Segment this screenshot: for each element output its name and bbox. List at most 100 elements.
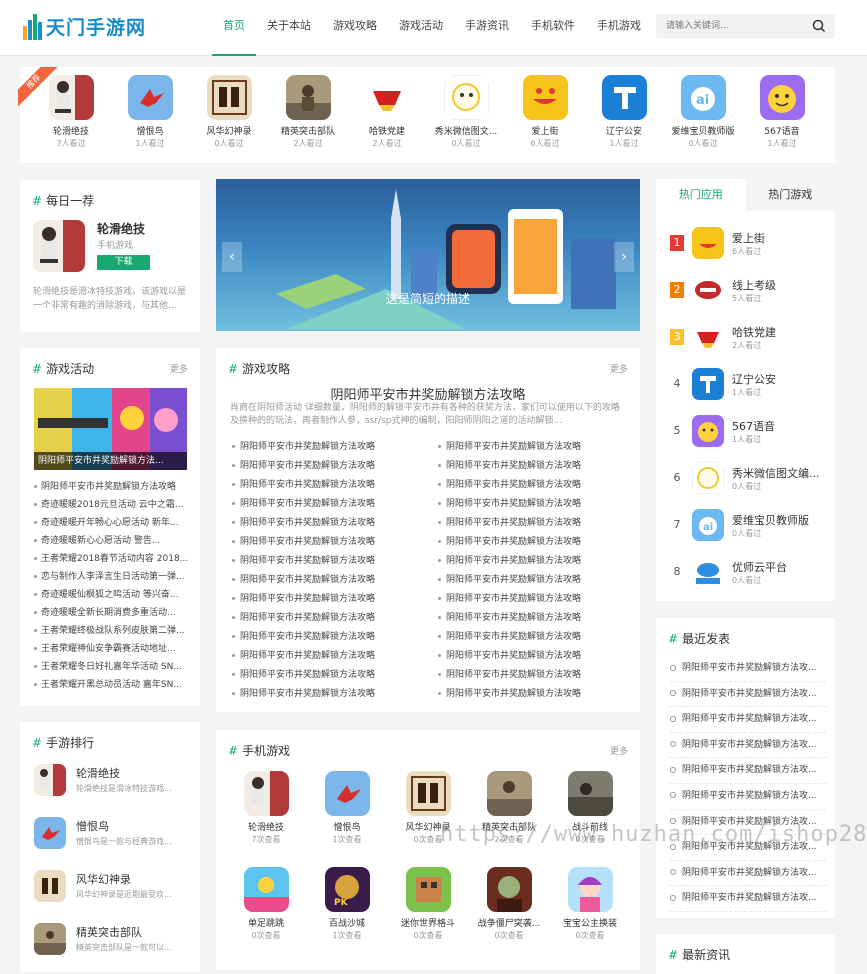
banner-prev-button[interactable]: ‹	[222, 242, 242, 272]
list-item[interactable]: 阴阳师平安市井奖励解锁方法攻略	[438, 628, 628, 647]
nav-mobile-games[interactable]: 手机游戏	[586, 0, 652, 56]
list-item[interactable]: 王者荣耀终极战队系列皮肤第二弹...	[34, 622, 192, 640]
featured-app[interactable]: 憎恨鸟 1人看过	[110, 75, 190, 149]
event-featured-image[interactable]: 阴阳师平安市井奖励解锁方法...	[34, 388, 187, 470]
skater-icon[interactable]	[33, 220, 85, 272]
featured-app[interactable]: 轮滑绝技 7人看过	[31, 75, 111, 149]
list-item[interactable]: 阴阳师平安市井奖励解锁方法攻...	[670, 784, 826, 810]
list-item[interactable]: 阴阳师平安市井奖励解锁方法攻...	[670, 886, 826, 912]
game-card[interactable]: 宝宝公主换装 0次查看	[555, 867, 625, 941]
list-item[interactable]: 阴阳师平安市井奖励解锁方法攻...	[670, 733, 826, 759]
featured-app[interactable]: 哈铁党建 2人看过	[347, 75, 427, 149]
hot-item[interactable]: 4 辽宁公安 1人看过	[670, 366, 830, 406]
nav-about[interactable]: 关于本站	[256, 0, 322, 56]
list-item[interactable]: 阴阳师平安市井奖励解锁方法攻略	[438, 609, 628, 628]
list-item[interactable]: 阴阳师平安市井奖励解锁方法攻...	[670, 707, 826, 733]
more-link[interactable]: 更多	[610, 362, 628, 375]
list-item[interactable]: 阴阳师平安市井奖励解锁方法攻略	[232, 628, 422, 647]
list-item[interactable]: 阴阳师平安市井奖励解锁方法攻略	[438, 476, 628, 495]
list-item[interactable]: 阴阳师平安市井奖励解锁方法攻...	[670, 758, 826, 784]
list-item[interactable]: 阴阳师平安市井奖励解锁方法攻略	[438, 590, 628, 609]
list-item[interactable]: 阴阳师平安市井奖励解锁方法攻略	[438, 666, 628, 685]
list-item[interactable]: 奇迹暖暖新心心愿活动 警告...	[34, 532, 192, 550]
list-item[interactable]: 恋与制作人李泽言生日活动第一弹...	[34, 568, 192, 586]
list-item[interactable]: 阴阳师平安市井奖励解锁方法攻...	[670, 656, 826, 682]
featured-app[interactable]: 风华幻神录 0人看过	[189, 75, 269, 149]
hero-banner[interactable]: ‹ › 这是简短的描述	[216, 179, 640, 331]
featured-app[interactable]: ai 爱维宝贝教师版 0人看过	[663, 75, 743, 149]
nav-game-news[interactable]: 手游资讯	[454, 0, 520, 56]
nav-home[interactable]: 首页	[212, 0, 256, 56]
list-item[interactable]: 阴阳师平安市井奖励解锁方法攻...	[670, 861, 826, 887]
more-link[interactable]: 更多	[610, 744, 628, 757]
download-button[interactable]: 下载	[97, 255, 150, 270]
list-item[interactable]: 奇迹暖暖仙枫狐之鸣活动 等兴奋...	[34, 586, 192, 604]
tab-hot-apps[interactable]: 热门应用	[656, 179, 746, 211]
hot-item[interactable]: 1 爱上街 6人看过	[670, 225, 830, 265]
game-card[interactable]: 迷你世界格斗 0次查看	[393, 867, 463, 941]
featured-app[interactable]: 爱上街 6人看过	[505, 75, 585, 149]
featured-app[interactable]: 精英突击部队 2人看过	[268, 75, 348, 149]
hot-item[interactable]: 8 优师云平台 0人看过	[670, 554, 830, 594]
list-item[interactable]: 阴阳师平安市井奖励解锁方法攻略	[438, 457, 628, 476]
search-icon[interactable]	[811, 18, 827, 34]
list-item[interactable]: 阴阳师平安市井奖励解锁方法攻略	[232, 495, 422, 514]
list-item[interactable]: 阴阳师平安市井奖励解锁方法攻略	[232, 666, 422, 685]
game-card[interactable]: 憎恨鸟 1次查看	[312, 771, 382, 845]
list-item[interactable]: 阴阳师平安市井奖励解锁方法攻略	[232, 685, 422, 704]
rank-item[interactable]: 憎恨鸟 憎恨鸟是一款与经典游戏...	[34, 817, 194, 863]
game-card[interactable]: 战争僵尸突袭... 0次查看	[474, 867, 544, 941]
nav-game-events[interactable]: 游戏活动	[388, 0, 454, 56]
list-item[interactable]: 阴阳师平安市井奖励解锁方法攻略	[438, 552, 628, 571]
list-item[interactable]: 阴阳师平安市井奖励解锁方法攻略	[232, 533, 422, 552]
list-item[interactable]: 阴阳师平安市井奖励解锁方法攻略	[438, 514, 628, 533]
list-item[interactable]: 王者荣耀神仙安争霸赛活动地址...	[34, 640, 192, 658]
list-item[interactable]: 阴阳师平安市井奖励解锁方法攻略	[232, 571, 422, 590]
rank-item[interactable]: 风华幻神录 风华幻神录是近期最受欢...	[34, 870, 194, 916]
list-item[interactable]: 阴阳师平安市井奖励解锁方法攻略	[34, 478, 192, 496]
search-input[interactable]	[656, 14, 806, 38]
banner-next-button[interactable]: ›	[614, 242, 634, 272]
list-item[interactable]: 阴阳师平安市井奖励解锁方法攻略	[232, 476, 422, 495]
more-link[interactable]: 更多	[170, 362, 188, 375]
guide-headline[interactable]: 阴阳师平安市井奖励解锁方法攻略	[216, 384, 640, 403]
hot-item[interactable]: 6 秀米微信图文编... 0人看过	[670, 460, 830, 500]
list-item[interactable]: 王者荣耀2018春节活动内容 2018...	[34, 550, 192, 568]
list-item[interactable]: 奇迹暖暖全新长期消费多重活动...	[34, 604, 192, 622]
featured-app[interactable]: 辽宁公安 1人看过	[584, 75, 664, 149]
featured-app[interactable]: 秀米微信图文... 0人看过	[426, 75, 506, 149]
list-item[interactable]: 王者荣耀开黑总动员活动 嘉年SN...	[34, 676, 192, 694]
nav-game-guides[interactable]: 游戏攻略	[322, 0, 388, 56]
list-item[interactable]: 阴阳师平安市井奖励解锁方法攻略	[232, 438, 422, 457]
list-item[interactable]: 阴阳师平安市井奖励解锁方法攻略	[438, 495, 628, 514]
tab-hot-games[interactable]: 热门游戏	[745, 179, 835, 211]
list-item[interactable]: 阴阳师平安市井奖励解锁方法攻略	[438, 438, 628, 457]
nav-mobile-software[interactable]: 手机软件	[520, 0, 586, 56]
rank-item[interactable]: 轮滑绝技 轮滑绝技是滑冰特技游戏...	[34, 764, 194, 810]
list-item[interactable]: 阴阳师平安市井奖励解锁方法攻略	[438, 571, 628, 590]
hot-item[interactable]: 2 线上考级 5人看过	[670, 272, 830, 312]
hot-item[interactable]: 7 ai 爱维宝贝教师版 0人看过	[670, 507, 830, 547]
list-item[interactable]: 奇迹暖暖2018元旦活动 云中之霜...	[34, 496, 192, 514]
list-item[interactable]: 阴阳师平安市井奖励解锁方法攻略	[232, 457, 422, 476]
list-item[interactable]: 阴阳师平安市井奖励解锁方法攻略	[438, 685, 628, 704]
list-item[interactable]: 阴阳师平安市井奖励解锁方法攻略	[438, 533, 628, 552]
site-logo[interactable]: 天门手游网	[23, 13, 146, 40]
daily-app-name[interactable]: 轮滑绝技	[97, 220, 145, 237]
game-card[interactable]: PK 百战沙城 1次查看	[312, 867, 382, 941]
list-item[interactable]: 阴阳师平安市井奖励解锁方法攻略	[438, 647, 628, 666]
list-item[interactable]: 阴阳师平安市井奖励解锁方法攻略	[232, 514, 422, 533]
list-item[interactable]: 阴阳师平安市井奖励解锁方法攻略	[232, 590, 422, 609]
list-item[interactable]: 阴阳师平安市井奖励解锁方法攻略	[232, 609, 422, 628]
game-card[interactable]: 轮滑绝技 7次查看	[231, 771, 301, 845]
hot-item[interactable]: 3 哈铁党建 2人看过	[670, 319, 830, 359]
list-item[interactable]: 阴阳师平安市井奖励解锁方法攻略	[232, 552, 422, 571]
list-item[interactable]: 奇迹暖暖开年畅心心愿活动 新年...	[34, 514, 192, 532]
list-item[interactable]: 阴阳师平安市井奖励解锁方法攻...	[670, 682, 826, 708]
rank-item[interactable]: 精英突击部队 精英突击部队是一款可以...	[34, 923, 194, 969]
list-item[interactable]: 王者荣耀冬日好礼嘉年华活动 SN...	[34, 658, 192, 676]
list-item[interactable]: 阴阳师平安市井奖励解锁方法攻略	[232, 647, 422, 666]
game-card[interactable]: 单足跳跳 0次查看	[231, 867, 301, 941]
hot-item[interactable]: 5 567语音 1人看过	[670, 413, 830, 453]
featured-app[interactable]: 567语音 1人看过	[742, 75, 822, 149]
